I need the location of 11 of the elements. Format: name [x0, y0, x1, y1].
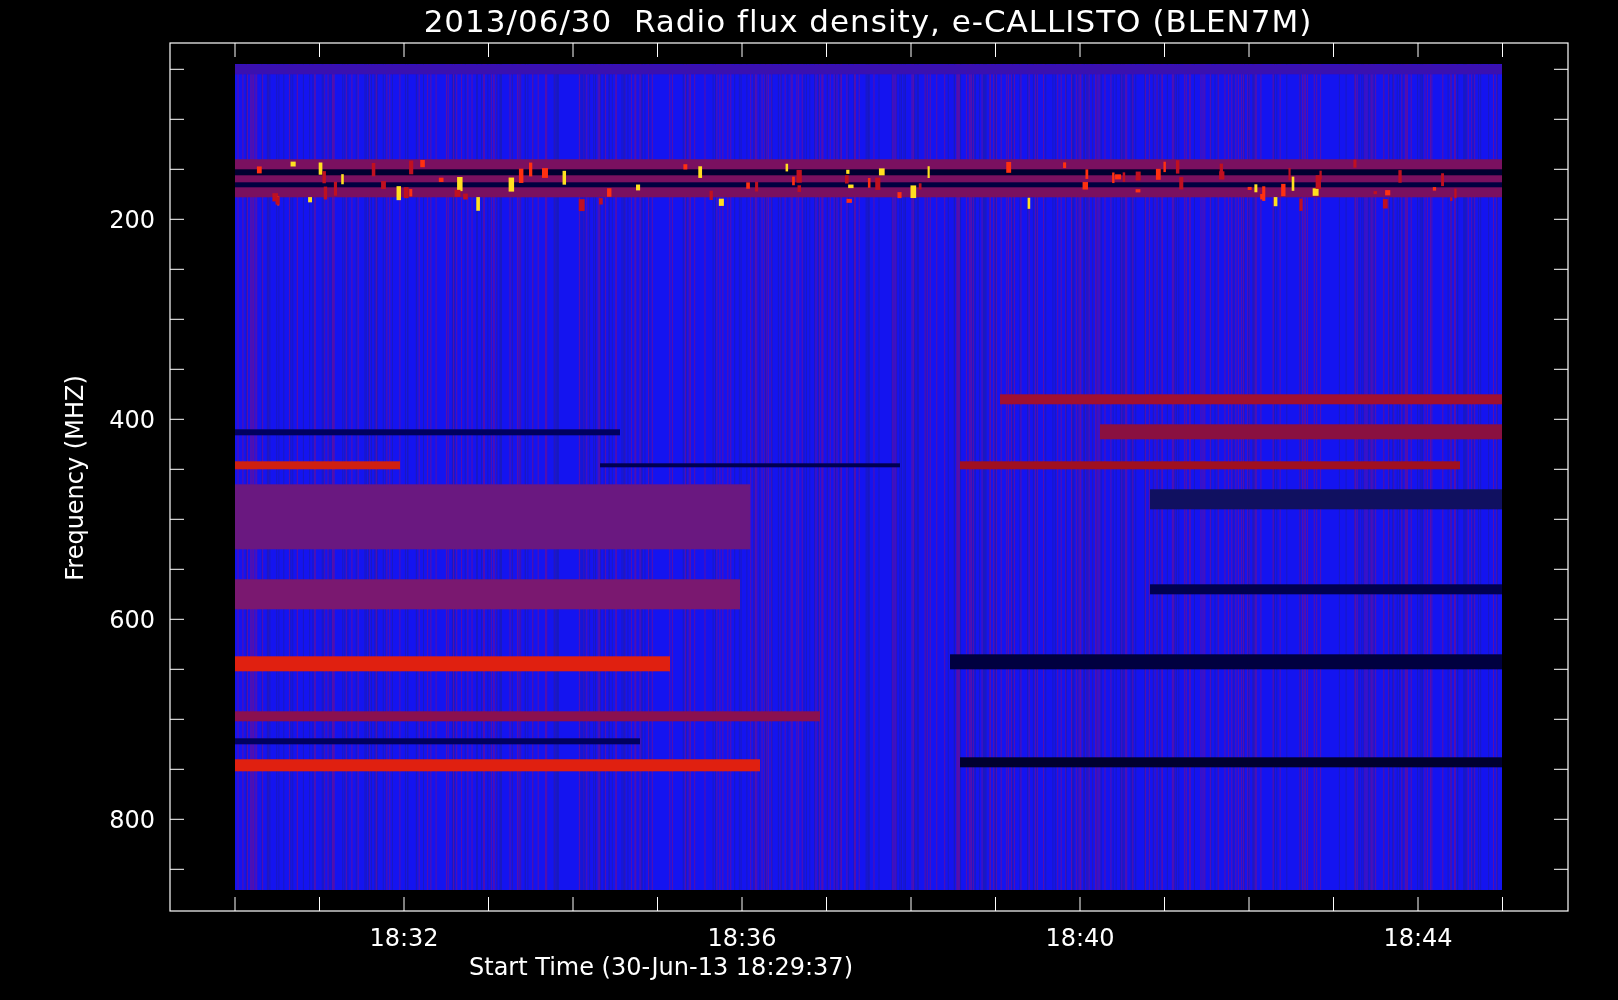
y-tick-label: 200	[109, 206, 155, 235]
y-tick-label: 400	[109, 406, 155, 435]
y-axis-label: Frequency (MHZ)	[61, 375, 89, 581]
x-tick-label: 18:44	[1383, 924, 1453, 952]
chart-title: 2013/06/30 Radio flux density, e-CALLISTO (BLEN7M)	[423, 3, 1313, 39]
x-tick-label: 18:32	[369, 924, 439, 952]
y-tick-label: 600	[109, 606, 155, 635]
x-axis-label: Start Time (30-Jun-13 18:29:37)	[469, 953, 853, 981]
y-tick-label: 800	[109, 806, 155, 835]
x-tick-label: 18:36	[707, 924, 777, 952]
x-tick-label: 18:40	[1045, 924, 1115, 952]
